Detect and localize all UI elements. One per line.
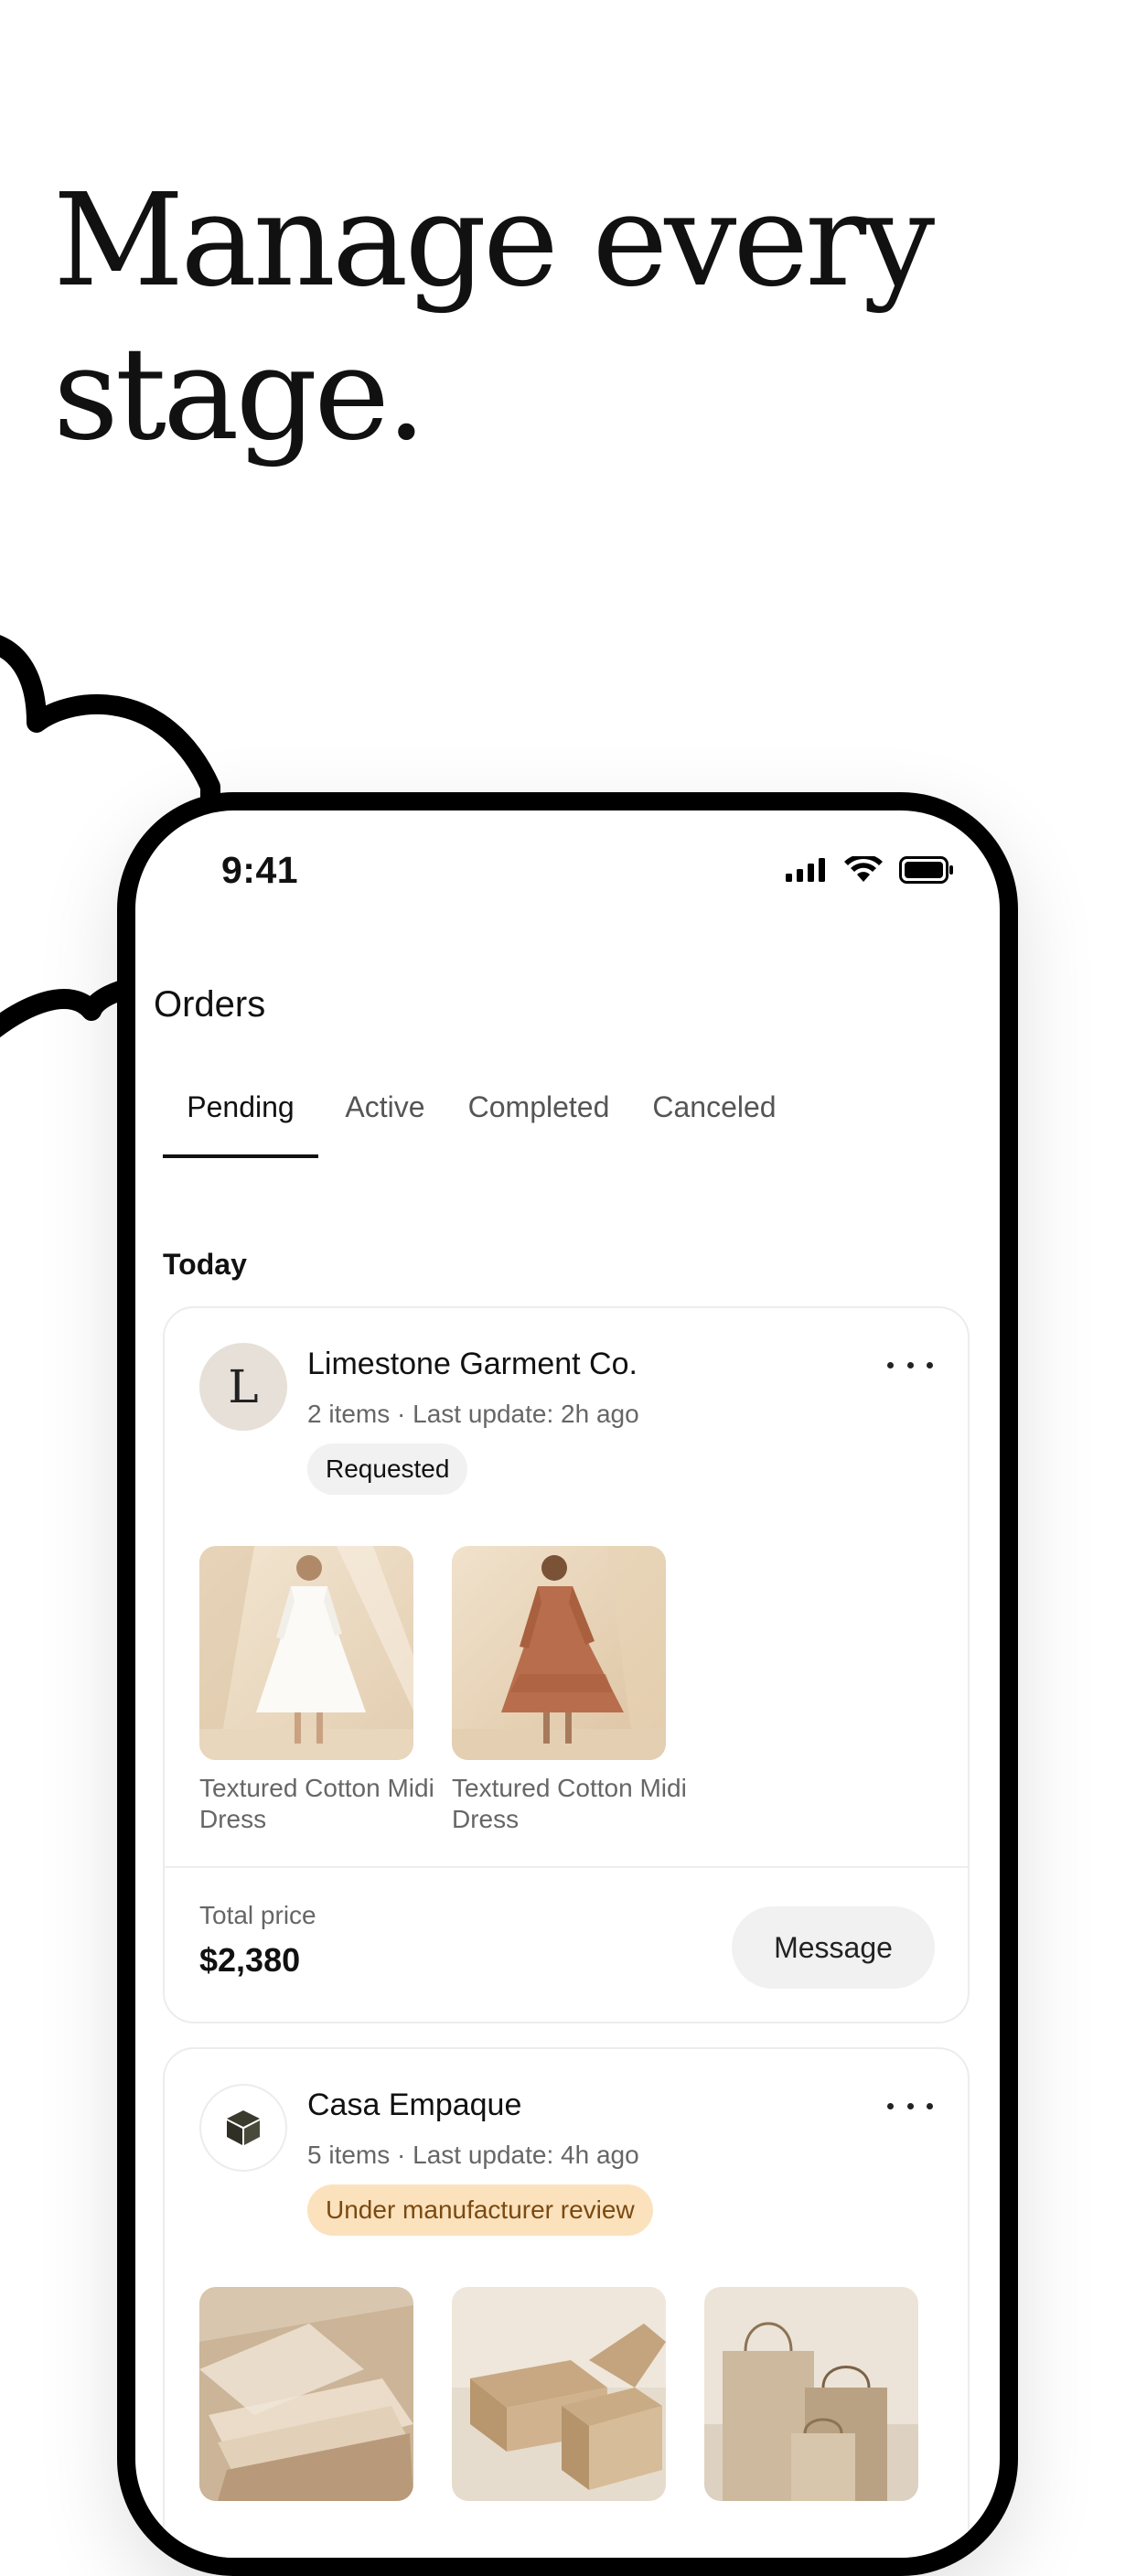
section-label-today: Today [163, 1248, 247, 1281]
order-items: Textured Cotton Midi Dress Textured Cott… [199, 1546, 687, 1835]
order-status-tabs: Pending Active Completed Canceled [163, 1090, 792, 1158]
total-price-value: $2,380 [199, 1941, 301, 1979]
seller-name: Limestone Garment Co. [307, 1347, 638, 1381]
paper-bags-image[interactable] [704, 2287, 918, 2501]
avatar-letter: L [228, 1360, 259, 1413]
rust-dress-image [452, 1546, 666, 1760]
status-icons [786, 856, 954, 884]
order-meta: 2 items · Last update: 2h ago [307, 1400, 639, 1428]
phone-frame: 9:41 Orders Pending Active Completed Can… [117, 792, 1018, 2576]
hero-line-1: Manage every [53, 166, 935, 316]
cellular-signal-icon [786, 858, 825, 882]
status-badge: Under manufacturer review [307, 2184, 653, 2236]
kraft-boxes-image[interactable] [452, 2287, 666, 2501]
avatar: L [199, 1343, 287, 1431]
white-dress-image [199, 1546, 413, 1760]
avatar [199, 2084, 287, 2172]
battery-icon [899, 856, 953, 884]
order-card[interactable]: L Limestone Garment Co. 2 items · Last u… [163, 1306, 970, 2023]
wifi-icon [844, 856, 883, 882]
tab-pending[interactable]: Pending [163, 1090, 318, 1158]
order-card[interactable]: Casa Empaque 5 items · Last update: 4h a… [163, 2047, 970, 2558]
order-item[interactable]: Textured Cotton Midi Dress [452, 1546, 687, 1835]
hero-headline: Manage every stage. [53, 165, 1059, 472]
status-bar: 9:41 [135, 810, 1000, 920]
page-title: Orders [154, 984, 266, 1025]
order-items [199, 2287, 918, 2501]
cube-logo-icon [227, 2110, 260, 2145]
more-options-icon[interactable] [887, 2097, 933, 2115]
divider [165, 1866, 968, 1868]
tissue-paper-image[interactable] [199, 2287, 413, 2501]
item-name: Textured Cotton Midi Dress [452, 1774, 687, 1833]
order-item[interactable]: Textured Cotton Midi Dress [199, 1546, 434, 1835]
message-button[interactable]: Message [732, 1906, 935, 1989]
hero-line-2: stage. [53, 320, 427, 469]
status-badge: Requested [307, 1444, 468, 1495]
more-options-icon[interactable] [887, 1356, 933, 1374]
tab-active[interactable]: Active [329, 1090, 441, 1158]
order-meta: 5 items · Last update: 4h ago [307, 2141, 639, 2169]
total-price-label: Total price [199, 1901, 316, 1929]
status-time: 9:41 [221, 849, 299, 891]
tab-completed[interactable]: Completed [452, 1090, 626, 1158]
item-name: Textured Cotton Midi Dress [199, 1774, 434, 1833]
seller-name: Casa Empaque [307, 2088, 522, 2122]
tab-canceled[interactable]: Canceled [637, 1090, 792, 1158]
